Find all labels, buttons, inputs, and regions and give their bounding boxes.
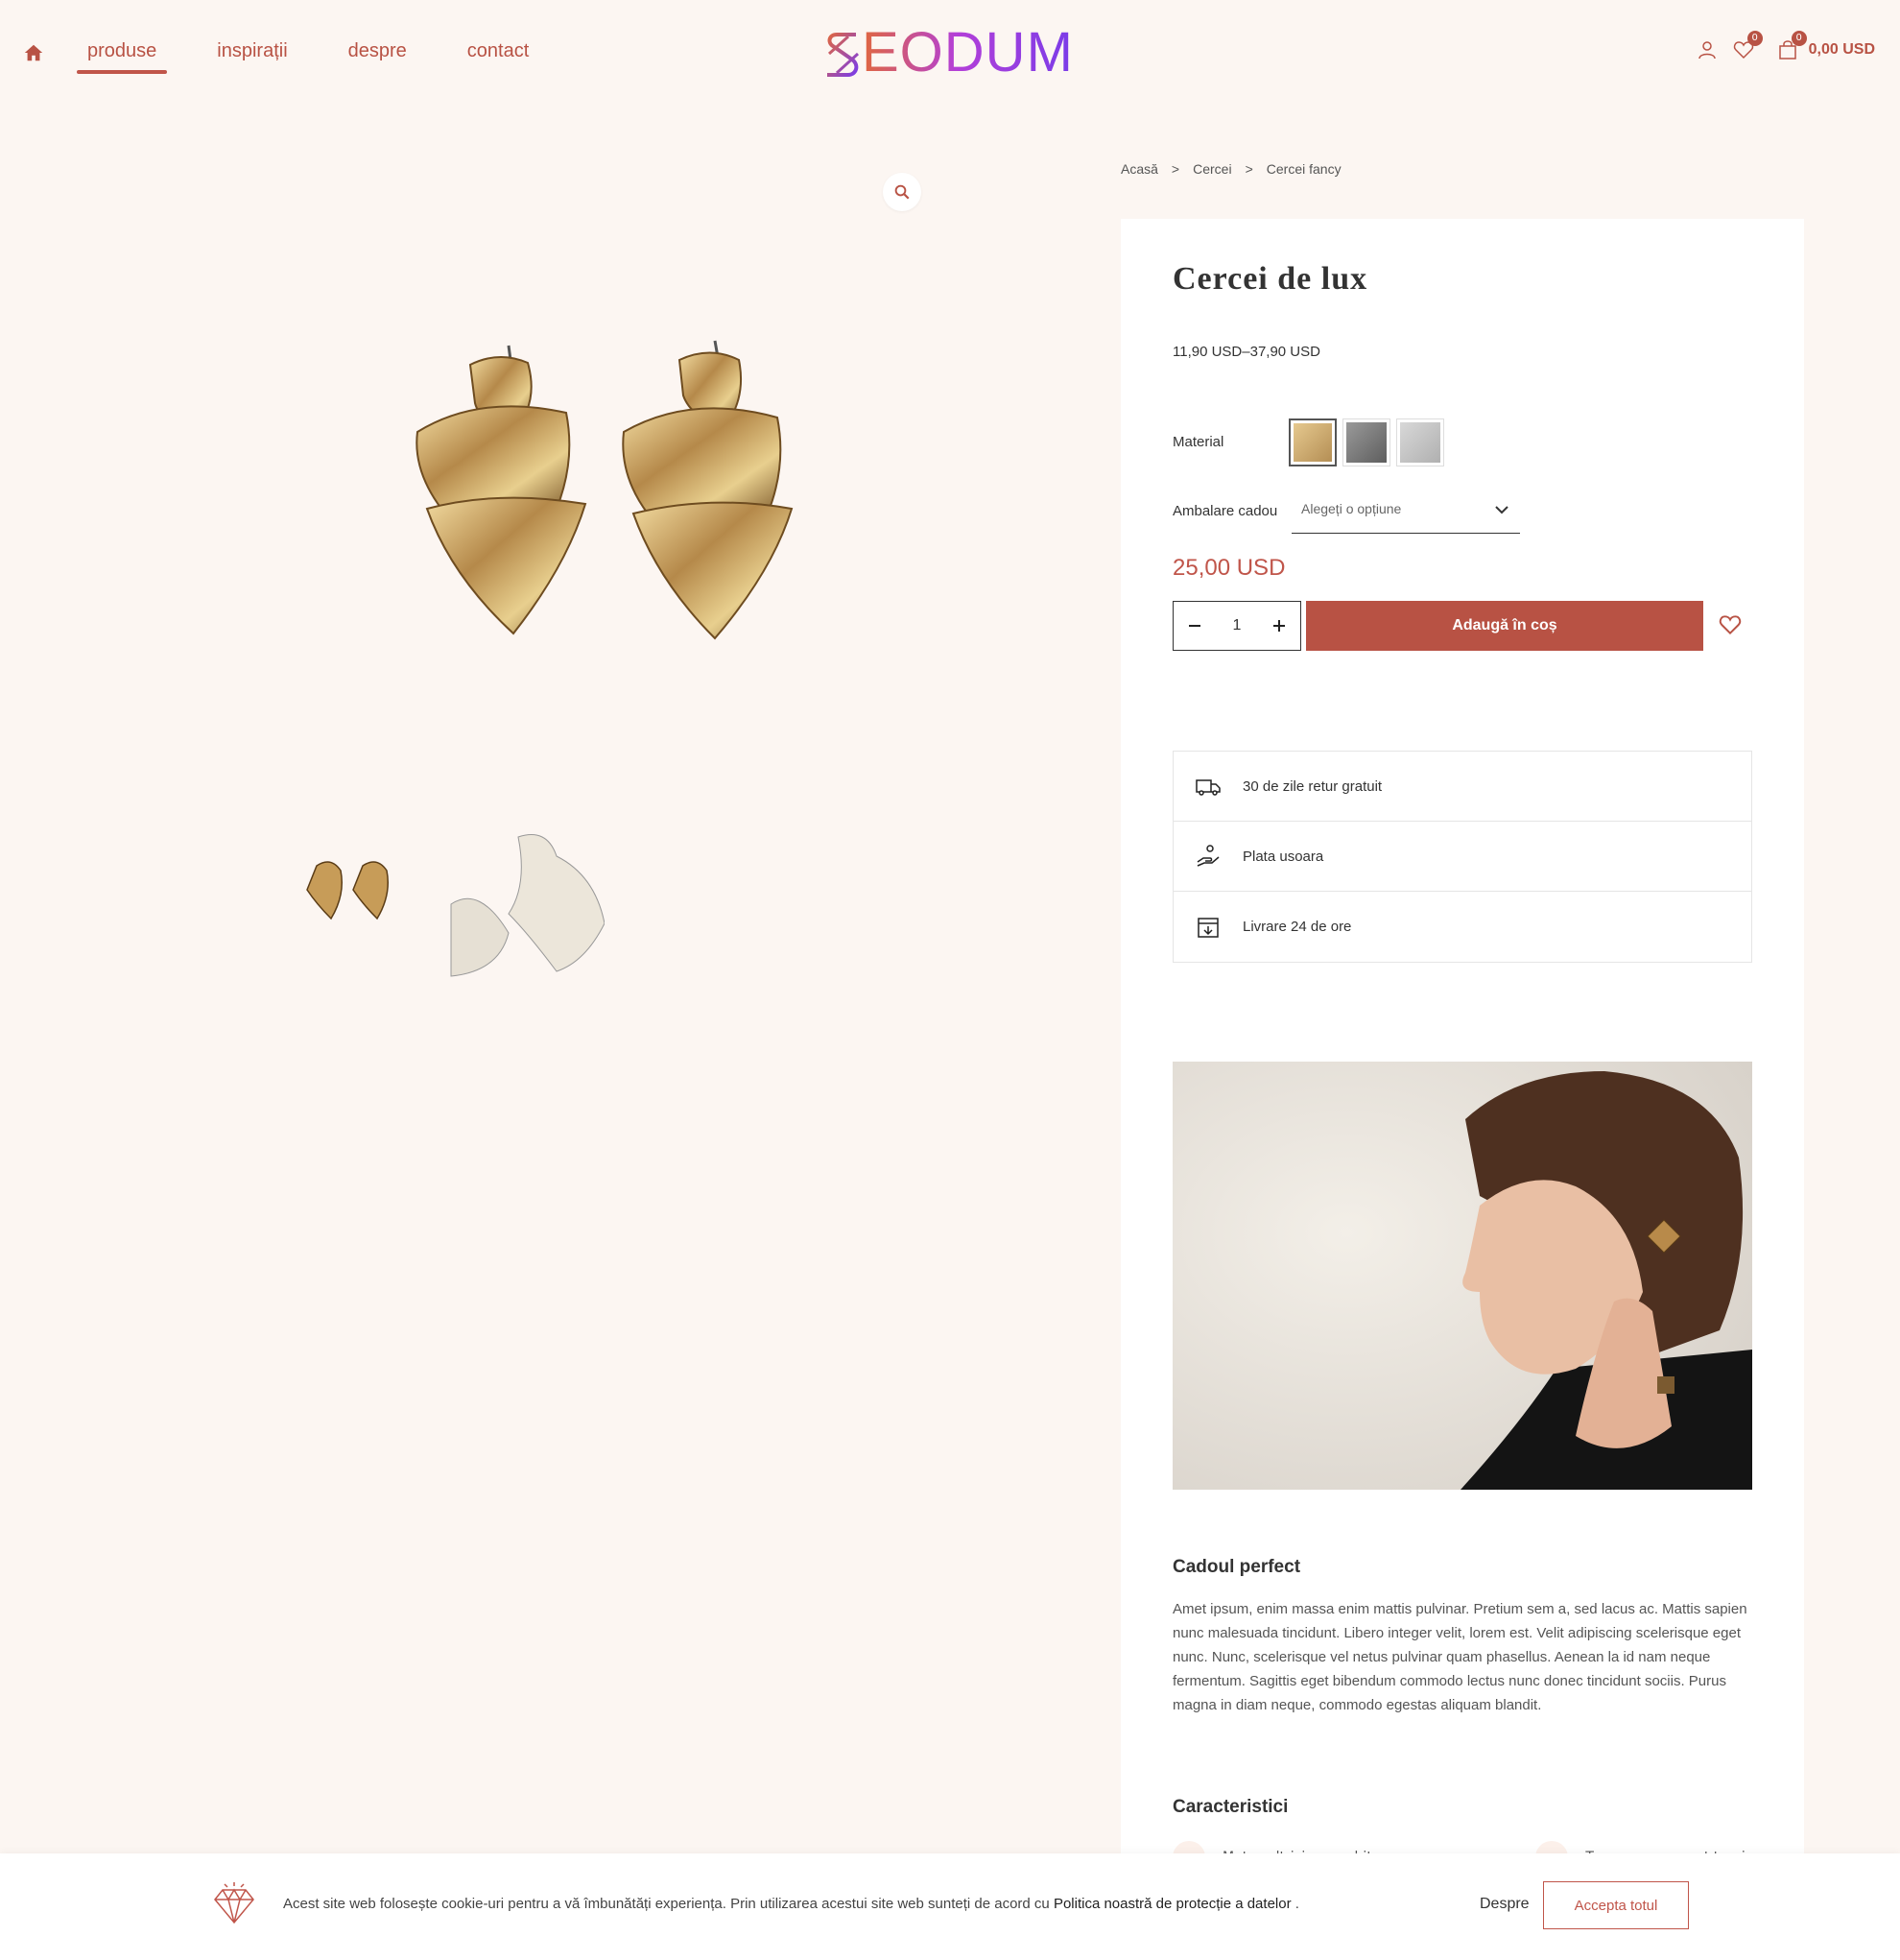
cookie-banner: Acest site web folosește cookie-uri pent… xyxy=(0,1853,1900,1960)
quantity-input[interactable] xyxy=(1218,617,1256,634)
gift-wrap-placeholder: Alegeți o opțiune xyxy=(1301,501,1402,516)
breadcrumb-separator: > xyxy=(1245,161,1253,177)
quantity-stepper xyxy=(1173,601,1301,651)
gift-wrap-select[interactable]: Alegeți o opțiune xyxy=(1292,490,1520,534)
add-to-cart-button[interactable]: Adaugă în coș xyxy=(1306,601,1703,651)
heart-icon[interactable] xyxy=(1718,612,1743,637)
quantity-decrease-button[interactable] xyxy=(1174,602,1216,650)
benefit-item: 30 de zile retur gratuit xyxy=(1174,752,1751,822)
benefit-label: Livrare 24 de ore xyxy=(1243,919,1352,935)
home-icon[interactable] xyxy=(23,42,44,63)
wishlist-button[interactable]: 0 xyxy=(1732,31,1763,61)
logo-text: EODUM xyxy=(862,21,1074,84)
cookie-message: Acest site web folosește cookie-uri pent… xyxy=(283,1896,1299,1912)
material-label: Material xyxy=(1173,434,1224,450)
breadcrumb-current: Cercei fancy xyxy=(1266,161,1342,177)
quantity-increase-button[interactable] xyxy=(1258,602,1300,650)
product-summary: Cercei de lux 11,90 USD–37,90 USD Materi… xyxy=(1121,219,1804,1960)
swatch-gold[interactable] xyxy=(1289,418,1337,466)
price-range: 11,90 USD–37,90 USD xyxy=(1173,344,1320,360)
gift-wrap-label: Ambalare cadou xyxy=(1173,503,1278,519)
thumbnail-list xyxy=(288,827,614,983)
account-button[interactable] xyxy=(1696,38,1719,61)
thumbnail-gold[interactable] xyxy=(288,827,432,983)
thumbnail-silver[interactable] xyxy=(441,827,605,983)
characteristics-title: Caracteristici xyxy=(1173,1797,1289,1817)
cookie-text-end: . xyxy=(1291,1896,1299,1912)
cookie-about-link[interactable]: Despre xyxy=(1480,1896,1530,1913)
benefit-label: 30 de zile retur gratuit xyxy=(1243,777,1383,795)
user-icon xyxy=(1698,41,1716,60)
product-main-image[interactable] xyxy=(288,144,960,816)
zoom-button[interactable] xyxy=(883,173,921,211)
cart-button[interactable]: 0 xyxy=(1776,31,1807,61)
cookie-text: Acest site web folosește cookie-uri pent… xyxy=(283,1896,1054,1912)
nav-item-inspiratii[interactable]: inspirații xyxy=(206,38,297,78)
breadcrumb: Acasă > Cercei > Cercei fancy xyxy=(1121,161,1355,177)
benefits-list: 30 de zile retur gratuit Plata usoara Li… xyxy=(1173,751,1752,963)
nav-item-produse[interactable]: produse xyxy=(77,38,168,78)
product-title: Cercei de lux xyxy=(1173,261,1368,297)
site-header: produse inspirații despre contact EODUM … xyxy=(0,0,1900,110)
wishlist-count-badge: 0 xyxy=(1746,31,1763,46)
breadcrumb-cercei[interactable]: Cercei xyxy=(1193,161,1231,177)
description-title: Cadoul perfect xyxy=(1173,1557,1301,1577)
benefit-label: Plata usoara xyxy=(1243,848,1324,865)
main-nav: produse inspirații despre contact xyxy=(77,38,579,78)
swatch-dark-silver[interactable] xyxy=(1342,418,1390,466)
logo-mark-icon xyxy=(827,33,860,77)
accept-all-button[interactable]: Accepta totul xyxy=(1543,1881,1689,1929)
swatch-silver[interactable] xyxy=(1396,418,1444,466)
chevron-down-icon xyxy=(1495,506,1508,514)
box-download-icon xyxy=(1198,917,1219,938)
site-logo[interactable]: EODUM xyxy=(823,21,1079,84)
diamond-icon xyxy=(214,1882,254,1924)
earring-right xyxy=(622,340,794,640)
cart-total[interactable]: 0,00 USD xyxy=(1809,41,1875,59)
benefit-item: Livrare 24 de ore xyxy=(1174,892,1751,962)
variant-price: 25,00 USD xyxy=(1173,555,1286,581)
header-actions: 0 0 0,00 USD xyxy=(1682,31,1875,61)
magnifier-icon xyxy=(894,184,910,200)
product-gallery xyxy=(288,144,960,816)
breadcrumb-separator: > xyxy=(1171,161,1180,177)
nav-item-despre[interactable]: despre xyxy=(338,38,417,78)
plus-icon xyxy=(1273,620,1285,632)
benefit-item: Plata usoara xyxy=(1174,822,1751,892)
model-photo xyxy=(1173,1062,1752,1490)
breadcrumb-home[interactable]: Acasă xyxy=(1121,161,1158,177)
description-text: Amet ipsum, enim massa enim mattis pulvi… xyxy=(1173,1601,1747,1713)
cart-count-badge: 0 xyxy=(1791,31,1807,46)
truck-icon xyxy=(1196,779,1221,796)
payment-hand-icon xyxy=(1197,845,1220,867)
privacy-policy-link[interactable]: Politica noastră de protecție a datelor xyxy=(1054,1896,1292,1912)
material-swatches xyxy=(1289,418,1450,466)
minus-icon xyxy=(1189,625,1200,627)
earring-left xyxy=(416,345,587,635)
nav-item-contact[interactable]: contact xyxy=(457,38,539,78)
